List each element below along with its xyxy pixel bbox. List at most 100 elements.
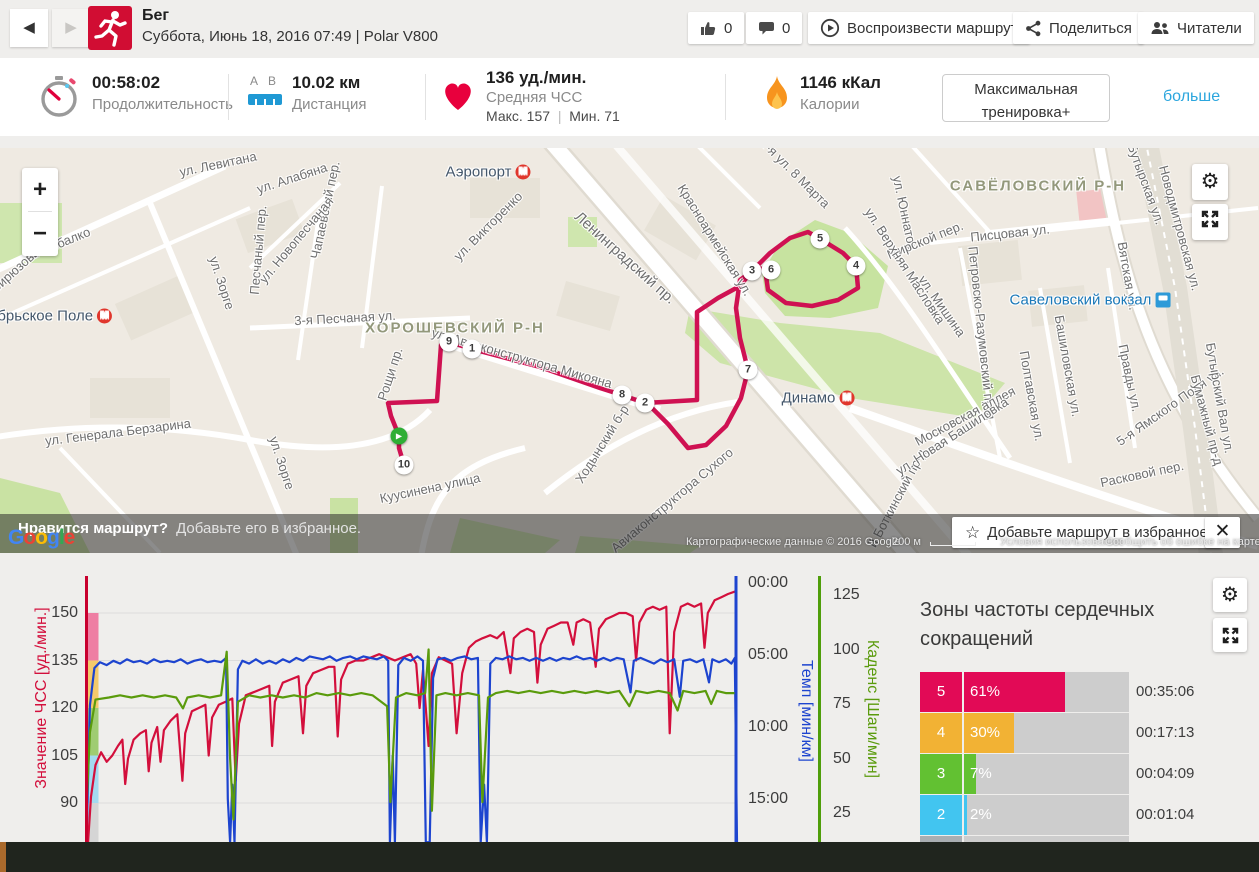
hr-zone-row-3: 3 7% 00:04:09: [920, 754, 1259, 794]
header: ◀ ▶ Бег Суббота, Июнь 18, 2016 07:49 | P…: [0, 0, 1259, 56]
cadence-tick: 100: [833, 640, 860, 658]
hr-zone-percent: 61%: [970, 683, 1001, 700]
route-km-marker-7[interactable]: 7: [738, 360, 758, 380]
hr-zone-bar-fill: [964, 795, 967, 835]
route-km-marker-5[interactable]: 5: [810, 229, 830, 249]
route-km-marker-2[interactable]: 2: [635, 393, 655, 413]
map-label: Савеловский вокзал: [1009, 291, 1152, 309]
hr-zone-time: 00:35:06: [1136, 683, 1195, 700]
thumbs-up-icon: [701, 22, 716, 35]
map-label: Динамо: [781, 389, 836, 407]
pace-tick: 15:00: [748, 790, 789, 807]
route-km-marker-4[interactable]: 4: [846, 256, 866, 276]
stats-divider: [425, 74, 426, 120]
followers-label: Читатели: [1177, 19, 1242, 37]
back-button[interactable]: ◀: [10, 9, 48, 47]
google-logo: Google: [8, 526, 76, 550]
heart-icon: [445, 83, 471, 110]
share-icon: [1026, 20, 1041, 36]
comment-icon: [759, 22, 774, 35]
cadence-tick: 125: [833, 586, 860, 603]
hr-zones-title: Зоны частоты сердечных сокращений: [920, 599, 1155, 650]
expand-icon: [1201, 210, 1219, 228]
route-km-marker-1[interactable]: 1: [462, 339, 482, 359]
session-subtitle: Суббота, Июнь 18, 2016 07:49 | Polar V80…: [142, 28, 438, 45]
zoom-in-button[interactable]: +: [22, 168, 58, 211]
stopwatch-icon: [41, 76, 77, 117]
like-button[interactable]: 0: [688, 12, 745, 44]
map-fullscreen-button[interactable]: [1192, 204, 1228, 240]
pace-axis-label: Темп [мин/км]: [798, 660, 815, 762]
hr-zone-percent: 30%: [970, 724, 1001, 741]
hr-minmax: Макс. 157 | Мин. 71: [486, 108, 620, 124]
more-link[interactable]: больше: [1163, 88, 1220, 106]
hr-zone-number: 5: [920, 672, 962, 712]
distance-value: 10.02 км: [292, 73, 361, 92]
route-km-marker-9[interactable]: 9: [439, 332, 459, 352]
zoom-out-button[interactable]: −: [22, 212, 58, 255]
training-benefit-button[interactable]: Максимальная тренировка+: [942, 74, 1110, 122]
running-sport-icon: [88, 6, 132, 50]
metro-icon: М: [515, 164, 531, 180]
metro-icon: М: [97, 308, 113, 324]
play-route-button[interactable]: Воспроизвести маршрут: [808, 12, 1030, 44]
hr-zone-bar-track: 61%: [964, 672, 1129, 712]
map-settings-button[interactable]: ⚙: [1192, 164, 1228, 200]
like-count: 0: [724, 19, 733, 37]
route-ab-icon: А В: [250, 74, 277, 88]
report-error-link[interactable]: Сообщить об ошибке на карте: [1105, 536, 1259, 548]
map-label: Октябрьское Поле: [0, 307, 94, 325]
hr-zone-percent: 7%: [970, 765, 992, 782]
distance-ruler-icon: [248, 94, 282, 105]
hr-zone-time: 00:01:04: [1136, 806, 1195, 823]
route-map[interactable]: Аэропорт М Ленинградский пр. ул. Викторенко…: [0, 148, 1259, 553]
followers-button[interactable]: Читатели: [1138, 12, 1254, 44]
map-scale-bar: [930, 542, 976, 546]
map-attribution: Картографические данные © 2016 Google: [686, 536, 901, 548]
hr-zone-strip: [86, 613, 99, 661]
play-circle-icon: [820, 18, 840, 38]
cadence-tick: 25: [833, 804, 851, 821]
avg-hr-value: 136 уд./мин.: [486, 68, 587, 87]
map-label-rail: Савеловский вокзал: [1010, 292, 1171, 309]
comments-button[interactable]: 0: [746, 12, 803, 44]
hr-zone-time: 00:04:09: [1136, 765, 1195, 782]
stats-divider: [725, 74, 726, 120]
gear-icon: ⚙: [1200, 170, 1220, 193]
hr-zone-number: 4: [920, 713, 962, 753]
stats-divider: [228, 74, 229, 120]
hr-zone-number: 2: [920, 795, 962, 835]
footer-accent-strip: [0, 842, 6, 872]
map-label: Аэропорт: [445, 163, 512, 181]
route-km-marker-3[interactable]: 3: [742, 261, 762, 281]
hr-zone-bar-track: 2%: [964, 795, 1129, 835]
google-logo-letter: G: [8, 526, 24, 549]
play-route-label: Воспроизвести маршрут: [847, 19, 1018, 37]
hr-axis-label: Значение ЧСС [уд./мин.]: [33, 607, 50, 789]
cadence-axis-label: Каденс [Шаги/мин]: [864, 639, 881, 779]
cadence-tick: 75: [833, 695, 851, 712]
share-button[interactable]: Поделиться: [1013, 12, 1144, 44]
map-label-district: САВЁЛОВСКИЙ Р-Н: [950, 178, 1126, 195]
terms-link[interactable]: Условия использования: [1000, 536, 1122, 548]
hr-zone-row-5: 5 61% 00:35:06: [920, 672, 1259, 712]
cadence-tick: 50: [833, 749, 851, 767]
google-logo-letter: e: [63, 526, 76, 549]
hr-zone-row-2: 2 2% 00:01:04: [920, 795, 1259, 835]
google-logo-letter: o: [23, 526, 36, 549]
comment-count: 0: [782, 19, 791, 37]
route-km-marker-10[interactable]: 10: [394, 455, 414, 475]
route-km-marker-8[interactable]: 8: [612, 385, 632, 405]
duration-value: 00:58:02: [92, 73, 161, 92]
training-curves-chart[interactable]: [85, 576, 740, 842]
map-label-metro: Октябрьское ПолеМ: [0, 307, 113, 325]
map-scale-text: 200 м: [892, 536, 921, 548]
heart_rate-curve: [86, 589, 738, 842]
hr-zone-percent: 2%: [970, 806, 992, 823]
cadence-axis-line: [818, 576, 821, 842]
route-start-marker[interactable]: ▶: [390, 427, 408, 445]
route-km-marker-6[interactable]: 6: [761, 260, 781, 280]
avg-hr-label: Средняя ЧСС: [486, 89, 583, 106]
forward-button[interactable]: ▶: [52, 9, 90, 47]
rail-station-icon: [1155, 292, 1171, 308]
